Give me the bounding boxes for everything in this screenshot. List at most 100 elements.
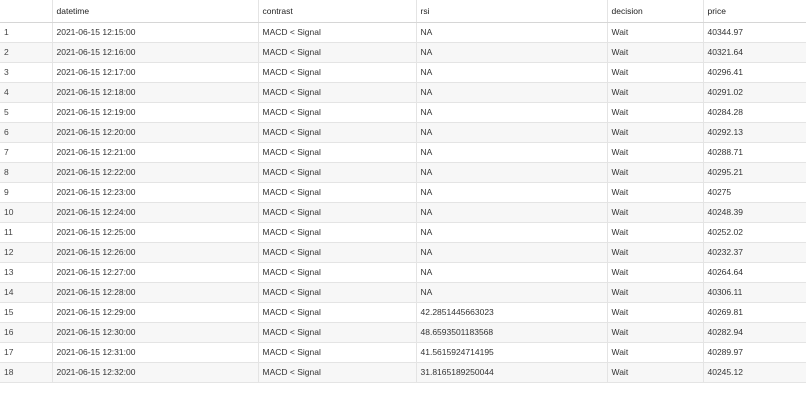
row-index-cell: 18 bbox=[0, 362, 53, 383]
datetime-cell: 2021-06-15 12:21:00 bbox=[52, 142, 259, 163]
row-index-cell: 13 bbox=[0, 262, 53, 283]
table-row[interactable]: 10 2021-06-15 12:24:00 MACD < Signal NA Wait… bbox=[0, 202, 806, 223]
row-index-cell: 1 bbox=[0, 22, 53, 43]
price-cell: 40248.39 bbox=[703, 202, 806, 223]
column-header-price[interactable]: price bbox=[703, 0, 806, 23]
table-row[interactable]: 7 2021-06-15 12:21:00 MACD < Signal NA Wait 4… bbox=[0, 142, 806, 163]
contrast-cell: MACD < Signal bbox=[258, 82, 417, 103]
table-row[interactable]: 2 2021-06-15 12:16:00 MACD < Signal NA Wait 4… bbox=[0, 42, 806, 63]
price-cell: 40289.97 bbox=[703, 342, 806, 363]
row-index-cell: 10 bbox=[0, 202, 53, 223]
decision-cell: Wait bbox=[607, 62, 704, 83]
rsi-cell: NA bbox=[416, 82, 608, 103]
table-body: 1 2021-06-15 12:15:00 MACD < Signal NA Wait 4… bbox=[0, 22, 806, 383]
rsi-cell: 42.2851445663023 bbox=[416, 302, 608, 323]
contrast-cell: MACD < Signal bbox=[258, 142, 417, 163]
decision-cell: Wait bbox=[607, 182, 704, 203]
table-row[interactable]: 18 2021-06-15 12:32:00 MACD < Signal 31.816… bbox=[0, 362, 806, 383]
decision-cell: Wait bbox=[607, 202, 704, 223]
price-cell: 40275 bbox=[703, 182, 806, 203]
price-cell: 40264.64 bbox=[703, 262, 806, 283]
price-cell: 40344.97 bbox=[703, 22, 806, 43]
column-header-datetime[interactable]: datetime bbox=[52, 0, 259, 23]
datetime-cell: 2021-06-15 12:23:00 bbox=[52, 182, 259, 203]
decision-cell: Wait bbox=[607, 162, 704, 183]
rsi-cell: NA bbox=[416, 162, 608, 183]
datetime-cell: 2021-06-15 12:29:00 bbox=[52, 302, 259, 323]
contrast-cell: MACD < Signal bbox=[258, 62, 417, 83]
row-index-cell: 14 bbox=[0, 282, 53, 303]
table-row[interactable]: 14 2021-06-15 12:28:00 MACD < Signal NA Wait… bbox=[0, 282, 806, 303]
column-header-index[interactable] bbox=[0, 0, 53, 23]
table-row[interactable]: 5 2021-06-15 12:19:00 MACD < Signal NA Wait 4… bbox=[0, 102, 806, 123]
rsi-cell: 41.5615924714195 bbox=[416, 342, 608, 363]
table-row[interactable]: 12 2021-06-15 12:26:00 MACD < Signal NA Wait… bbox=[0, 242, 806, 263]
row-index-cell: 16 bbox=[0, 322, 53, 343]
decision-cell: Wait bbox=[607, 22, 704, 43]
datetime-cell: 2021-06-15 12:18:00 bbox=[52, 82, 259, 103]
row-index-cell: 7 bbox=[0, 142, 53, 163]
table-row[interactable]: 8 2021-06-15 12:22:00 MACD < Signal NA Wait 4… bbox=[0, 162, 806, 183]
table-row[interactable]: 11 2021-06-15 12:25:00 MACD < Signal NA Wait… bbox=[0, 222, 806, 243]
price-cell: 40306.11 bbox=[703, 282, 806, 303]
datetime-cell: 2021-06-15 12:30:00 bbox=[52, 322, 259, 343]
price-cell: 40284.28 bbox=[703, 102, 806, 123]
contrast-cell: MACD < Signal bbox=[258, 22, 417, 43]
datetime-cell: 2021-06-15 12:28:00 bbox=[52, 282, 259, 303]
decision-cell: Wait bbox=[607, 142, 704, 163]
table-row[interactable]: 15 2021-06-15 12:29:00 MACD < Signal 42.285… bbox=[0, 302, 806, 323]
decision-cell: Wait bbox=[607, 262, 704, 283]
row-index-cell: 2 bbox=[0, 42, 53, 63]
table-row[interactable]: 17 2021-06-15 12:31:00 MACD < Signal 41.561… bbox=[0, 342, 806, 363]
datetime-cell: 2021-06-15 12:16:00 bbox=[52, 42, 259, 63]
column-header-rsi[interactable]: rsi bbox=[416, 0, 608, 23]
datetime-cell: 2021-06-15 12:15:00 bbox=[52, 22, 259, 43]
column-header-decision[interactable]: decision bbox=[607, 0, 704, 23]
decision-cell: Wait bbox=[607, 42, 704, 63]
row-index-cell: 4 bbox=[0, 82, 53, 103]
contrast-cell: MACD < Signal bbox=[258, 242, 417, 263]
table-row[interactable]: 3 2021-06-15 12:17:00 MACD < Signal NA Wait 4… bbox=[0, 62, 806, 83]
contrast-cell: MACD < Signal bbox=[258, 202, 417, 223]
rsi-cell: NA bbox=[416, 22, 608, 43]
price-cell: 40252.02 bbox=[703, 222, 806, 243]
row-index-cell: 5 bbox=[0, 102, 53, 123]
price-cell: 40269.81 bbox=[703, 302, 806, 323]
table-row[interactable]: 4 2021-06-15 12:18:00 MACD < Signal NA Wait 4… bbox=[0, 82, 806, 103]
row-index-cell: 11 bbox=[0, 222, 53, 243]
column-header-contrast[interactable]: contrast bbox=[258, 0, 417, 23]
row-index-cell: 9 bbox=[0, 182, 53, 203]
row-index-cell: 15 bbox=[0, 302, 53, 323]
table-row[interactable]: 9 2021-06-15 12:23:00 MACD < Signal NA Wait 4… bbox=[0, 182, 806, 203]
datetime-cell: 2021-06-15 12:17:00 bbox=[52, 62, 259, 83]
price-cell: 40295.21 bbox=[703, 162, 806, 183]
header-row: datetime contrast rsi decision price bbox=[0, 0, 806, 23]
rsi-cell: NA bbox=[416, 142, 608, 163]
rsi-cell: NA bbox=[416, 222, 608, 243]
contrast-cell: MACD < Signal bbox=[258, 222, 417, 243]
contrast-cell: MACD < Signal bbox=[258, 182, 417, 203]
row-index-cell: 17 bbox=[0, 342, 53, 363]
price-cell: 40321.64 bbox=[703, 42, 806, 63]
table-row[interactable]: 1 2021-06-15 12:15:00 MACD < Signal NA Wait 4… bbox=[0, 22, 806, 43]
price-cell: 40245.12 bbox=[703, 362, 806, 383]
decision-cell: Wait bbox=[607, 222, 704, 243]
contrast-cell: MACD < Signal bbox=[258, 302, 417, 323]
contrast-cell: MACD < Signal bbox=[258, 342, 417, 363]
price-cell: 40291.02 bbox=[703, 82, 806, 103]
rsi-cell: NA bbox=[416, 102, 608, 123]
rsi-cell: NA bbox=[416, 62, 608, 83]
table-row[interactable]: 6 2021-06-15 12:20:00 MACD < Signal NA Wait 4… bbox=[0, 122, 806, 143]
contrast-cell: MACD < Signal bbox=[258, 162, 417, 183]
table-row[interactable]: 13 2021-06-15 12:27:00 MACD < Signal NA Wait… bbox=[0, 262, 806, 283]
decision-cell: Wait bbox=[607, 282, 704, 303]
datetime-cell: 2021-06-15 12:19:00 bbox=[52, 102, 259, 123]
datetime-cell: 2021-06-15 12:27:00 bbox=[52, 262, 259, 283]
contrast-cell: MACD < Signal bbox=[258, 42, 417, 63]
contrast-cell: MACD < Signal bbox=[258, 102, 417, 123]
decision-cell: Wait bbox=[607, 242, 704, 263]
table-row[interactable]: 16 2021-06-15 12:30:00 MACD < Signal 48.659… bbox=[0, 322, 806, 343]
contrast-cell: MACD < Signal bbox=[258, 262, 417, 283]
rsi-cell: NA bbox=[416, 202, 608, 223]
price-cell: 40282.94 bbox=[703, 322, 806, 343]
